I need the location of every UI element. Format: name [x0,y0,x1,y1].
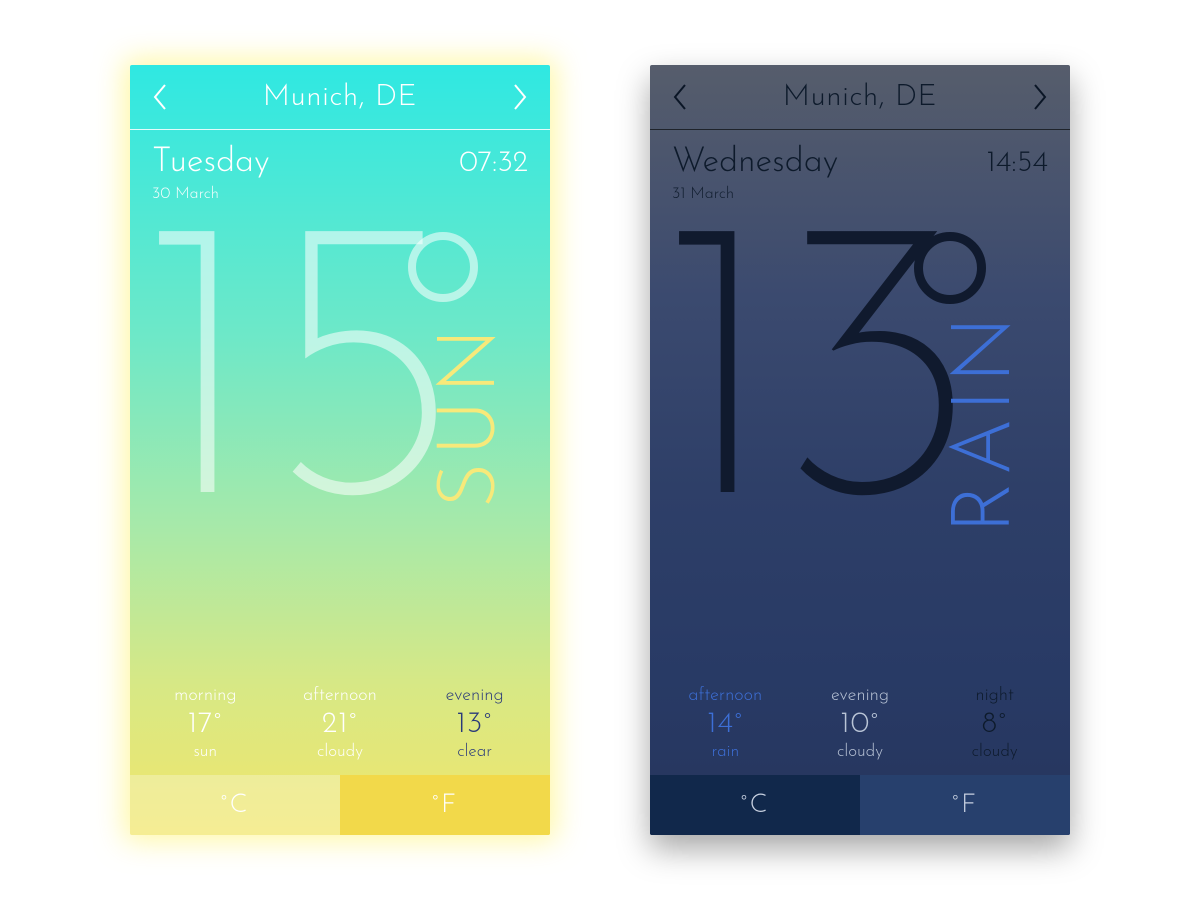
forecast-slot: afternoon 21° cloudy [285,687,395,761]
chevron-left-icon [152,84,168,110]
chevron-left-icon [672,84,688,110]
app-canvas: Munich, DE Tuesday 30 March 07:32 15 SUN… [0,0,1200,900]
forecast-slot: afternoon 14° rain [670,687,780,761]
forecast-temp: 8° [982,709,1008,740]
forecast-slot: evening 10° cloudy [805,687,915,761]
chevron-right-icon [1032,84,1048,110]
forecast-slot: evening 13° clear [420,687,530,761]
current-conditions: 15 SUN [130,202,550,687]
forecast-desc: clear [457,744,492,761]
condition-label: SUN [434,322,514,509]
location-header: Munich, DE [650,65,1070,130]
unit-toggle: °C °F [650,775,1070,835]
forecast-desc: cloudy [317,744,363,761]
forecast-desc: sun [194,744,218,761]
unit-toggle: °C °F [130,775,550,835]
forecast-part-label: evening [446,687,504,705]
location-label: Munich, DE [783,82,937,113]
location-label: Munich, DE [263,82,417,113]
unit-celsius-button[interactable]: °C [650,775,860,835]
chevron-right-icon [512,84,528,110]
degree-icon [408,232,478,302]
time-label: 07:32 [459,148,528,179]
forecast-desc: cloudy [972,744,1018,761]
forecast-temp: 14° [707,709,743,740]
unit-fahrenheit-button[interactable]: °F [340,775,550,835]
prev-location-button[interactable] [146,83,174,111]
next-location-button[interactable] [1026,83,1054,111]
forecast-part-label: afternoon [688,687,762,705]
next-location-button[interactable] [506,83,534,111]
current-conditions: 13 RAIN [650,202,1070,687]
weather-card-light: Munich, DE Tuesday 30 March 07:32 15 SUN… [130,65,550,835]
forecast-temp: 13° [456,709,493,740]
weather-card-dark: Munich, DE Wednesday 31 March 14:54 13 R… [650,65,1070,835]
location-header: Munich, DE [130,65,550,130]
forecast-slot: morning 17° sun [150,687,260,761]
forecast-part-label: evening [831,687,889,705]
forecast-part-label: night [975,687,1013,705]
forecast-part-label: morning [174,687,236,705]
weekday-label: Wednesday [672,146,838,180]
time-label: 14:54 [986,148,1048,179]
unit-celsius-button[interactable]: °C [130,775,340,835]
forecast-row: morning 17° sun afternoon 21° cloudy eve… [130,687,550,775]
unit-fahrenheit-button[interactable]: °F [860,775,1070,835]
forecast-temp: 21° [322,709,358,740]
forecast-row: afternoon 14° rain evening 10° cloudy ni… [650,687,1070,775]
forecast-part-label: afternoon [303,687,377,705]
forecast-desc: cloudy [837,744,883,761]
degree-icon [914,232,986,304]
condition-label: RAIN [947,310,1030,534]
prev-location-button[interactable] [666,83,694,111]
weekday-label: Tuesday [152,146,270,180]
forecast-desc: rain [711,744,739,761]
forecast-temp: 10° [840,709,880,740]
forecast-slot: night 8° cloudy [940,687,1050,761]
forecast-temp: 17° [188,709,223,740]
